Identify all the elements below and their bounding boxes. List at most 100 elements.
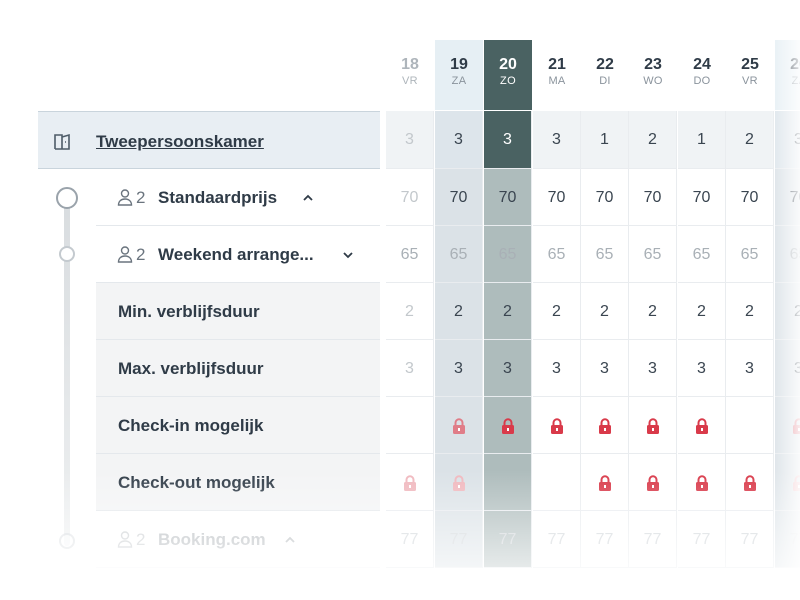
day-number: 21 [548, 56, 566, 73]
price-cell[interactable]: 77 [484, 511, 532, 568]
chevron-up-icon[interactable] [284, 533, 296, 545]
room-door-icon [52, 132, 74, 150]
max-stay-cell[interactable]: 3 [581, 340, 629, 397]
person-icon [116, 245, 134, 263]
max-stay-cell[interactable]: 3 [533, 340, 581, 397]
price-cell[interactable]: 77 [533, 511, 581, 568]
checkin-cell[interactable] [533, 397, 581, 454]
rate-row-weekend[interactable]: 2 Weekend arrange... [96, 226, 380, 283]
checkout-cell[interactable] [678, 454, 726, 511]
day-name: VR [742, 75, 758, 87]
date-header-26: 26 ZA [775, 40, 800, 110]
price-cell[interactable]: 77 [629, 511, 677, 568]
max-stay-cell[interactable]: 3 [386, 340, 434, 397]
date-header-22: 22 DI [581, 40, 629, 110]
chevron-up-icon[interactable] [302, 191, 314, 203]
availability-cell[interactable]: 3 [484, 111, 532, 169]
checkout-cell[interactable] [629, 454, 677, 511]
date-header-18: 18 VR [386, 40, 434, 110]
price-cell[interactable]: 77 [775, 511, 800, 568]
checkout-cell[interactable] [386, 454, 434, 511]
price-cell[interactable]: 70 [581, 169, 629, 226]
checkin-cell[interactable] [386, 397, 434, 454]
price-cell[interactable]: 70 [484, 169, 532, 226]
restriction-row-checkout: Check-out mogelijk [96, 454, 380, 511]
price-cell[interactable]: 70 [726, 169, 774, 226]
availability-cell[interactable]: 3 [435, 111, 483, 169]
rate-row-booking[interactable]: 2 Booking.com [96, 511, 380, 568]
price-cell[interactable]: 77 [435, 511, 483, 568]
chevron-down-icon[interactable] [342, 248, 354, 260]
day-name: ZA [791, 75, 800, 87]
price-cell[interactable]: 77 [581, 511, 629, 568]
availability-cell[interactable]: 2 [726, 111, 774, 169]
price-cell[interactable]: 65 [386, 226, 434, 283]
min-stay-cell[interactable]: 2 [435, 283, 483, 340]
price-cell[interactable]: 65 [435, 226, 483, 283]
price-cell[interactable]: 70 [386, 169, 434, 226]
price-cell[interactable]: 65 [533, 226, 581, 283]
room-row[interactable]: Tweepersoonskamer [38, 111, 380, 169]
price-cell[interactable]: 65 [581, 226, 629, 283]
price-cell[interactable]: 77 [386, 511, 434, 568]
checkin-cell[interactable] [581, 397, 629, 454]
availability-cell[interactable]: 1 [581, 111, 629, 169]
price-cell[interactable]: 65 [726, 226, 774, 283]
rate-name: Weekend arrange... [158, 245, 314, 264]
min-stay-cell[interactable]: 2 [581, 283, 629, 340]
price-cell[interactable]: 65 [775, 226, 800, 283]
restriction-row-max-stay: Max. verblijfsduur [96, 340, 380, 397]
availability-cell[interactable]: 3 [775, 111, 800, 169]
min-stay-cell[interactable]: 2 [533, 283, 581, 340]
checkout-cell[interactable] [775, 454, 800, 511]
price-cell[interactable]: 65 [678, 226, 726, 283]
date-header-25: 25 VR [726, 40, 774, 110]
min-stay-cell[interactable]: 2 [629, 283, 677, 340]
day-number: 19 [450, 56, 468, 73]
price-cell[interactable]: 70 [533, 169, 581, 226]
checkin-cell[interactable] [435, 397, 483, 454]
checkin-cell[interactable] [775, 397, 800, 454]
checkin-cell[interactable] [726, 397, 774, 454]
max-stay-cell[interactable]: 3 [726, 340, 774, 397]
price-cell[interactable]: 70 [678, 169, 726, 226]
timeline-node [56, 187, 78, 209]
availability-cell[interactable]: 3 [386, 111, 434, 169]
min-stay-cell[interactable]: 2 [386, 283, 434, 340]
price-cell[interactable]: 77 [726, 511, 774, 568]
min-stay-cell[interactable]: 2 [726, 283, 774, 340]
max-stay-cell[interactable]: 3 [775, 340, 800, 397]
day-number: 23 [644, 56, 662, 73]
max-stay-cell[interactable]: 3 [678, 340, 726, 397]
availability-cell[interactable]: 2 [629, 111, 677, 169]
checkout-cell[interactable] [435, 454, 483, 511]
checkin-cell[interactable] [678, 397, 726, 454]
availability-cell[interactable]: 3 [533, 111, 581, 169]
checkout-cell[interactable] [484, 454, 532, 511]
lock-icon [452, 417, 466, 434]
min-stay-cell[interactable]: 2 [775, 283, 800, 340]
room-name-link[interactable]: Tweepersoonskamer [96, 132, 264, 152]
checkout-cell[interactable] [533, 454, 581, 511]
checkout-cell[interactable] [726, 454, 774, 511]
lock-icon [598, 474, 612, 491]
rate-row-standaardprijs[interactable]: 2 Standaardprijs [96, 169, 380, 226]
checkout-cell[interactable] [581, 454, 629, 511]
max-stay-cell[interactable]: 3 [435, 340, 483, 397]
price-cell[interactable]: 70 [435, 169, 483, 226]
price-cell[interactable]: 77 [678, 511, 726, 568]
max-stay-cell[interactable]: 3 [629, 340, 677, 397]
price-cell[interactable]: 70 [775, 169, 800, 226]
min-stay-cell[interactable]: 2 [484, 283, 532, 340]
price-cell[interactable]: 70 [629, 169, 677, 226]
max-stay-cell[interactable]: 3 [484, 340, 532, 397]
checkin-cell[interactable] [484, 397, 532, 454]
day-name: WO [643, 75, 663, 87]
min-stay-cell[interactable]: 2 [678, 283, 726, 340]
price-cell[interactable]: 65 [484, 226, 532, 283]
availability-cell[interactable]: 1 [678, 111, 726, 169]
day-number: 24 [693, 56, 711, 73]
day-number: 25 [741, 56, 759, 73]
checkin-cell[interactable] [629, 397, 677, 454]
price-cell[interactable]: 65 [629, 226, 677, 283]
